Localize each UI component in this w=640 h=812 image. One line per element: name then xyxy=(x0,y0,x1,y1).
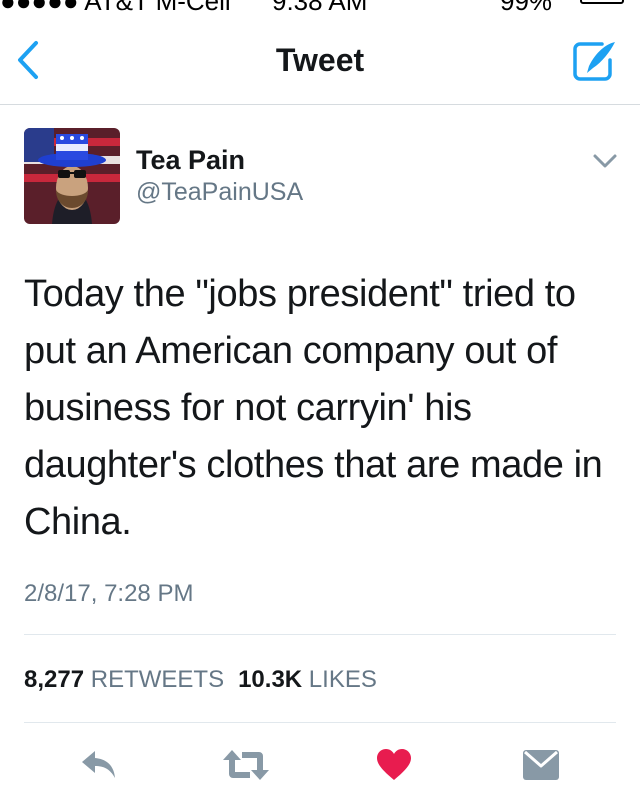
direct-message-icon xyxy=(523,750,559,780)
reply-button[interactable] xyxy=(80,748,118,787)
author-name[interactable]: Tea Pain xyxy=(136,145,245,176)
like-button[interactable] xyxy=(376,748,412,787)
compose-tweet-button[interactable] xyxy=(572,40,618,82)
retweets-count: 8,277 xyxy=(24,666,85,693)
likes-link[interactable]: 10.3K LIKES xyxy=(238,666,377,693)
avatar-image xyxy=(24,128,120,224)
divider xyxy=(24,722,616,723)
tweet-text: Today the "jobs president" tried to put … xyxy=(24,273,603,543)
heart-icon xyxy=(377,749,411,780)
compose-tweet-icon xyxy=(573,42,615,81)
retweets-link[interactable]: 8,277 RETWEETS xyxy=(24,666,224,693)
chevron-down-icon xyxy=(593,154,617,168)
tweet-timestamp: 2/8/17, 7:28 PM xyxy=(24,580,194,607)
battery-icon xyxy=(580,0,624,4)
navigation-bar: Tweet xyxy=(0,12,640,105)
retweets-label: RETWEETS xyxy=(90,666,225,693)
reply-icon xyxy=(82,751,115,778)
likes-label: LIKES xyxy=(308,666,377,693)
avatar[interactable] xyxy=(24,128,120,224)
engagement-stats: 8,277 RETWEETS 10.3K LIKES xyxy=(24,666,377,694)
page-title: Tweet xyxy=(275,42,365,78)
author-handle[interactable]: @TeaPainUSA xyxy=(136,178,303,207)
tweet-options-button[interactable] xyxy=(592,152,618,170)
divider xyxy=(24,634,616,635)
likes-count: 10.3K xyxy=(238,666,303,693)
retweet-icon xyxy=(223,750,269,780)
status-bar: ●●●●● AT&T M-Cell 9:38 AM 99% xyxy=(0,0,640,16)
retweet-button[interactable] xyxy=(222,748,270,787)
direct-message-button[interactable] xyxy=(522,748,560,787)
